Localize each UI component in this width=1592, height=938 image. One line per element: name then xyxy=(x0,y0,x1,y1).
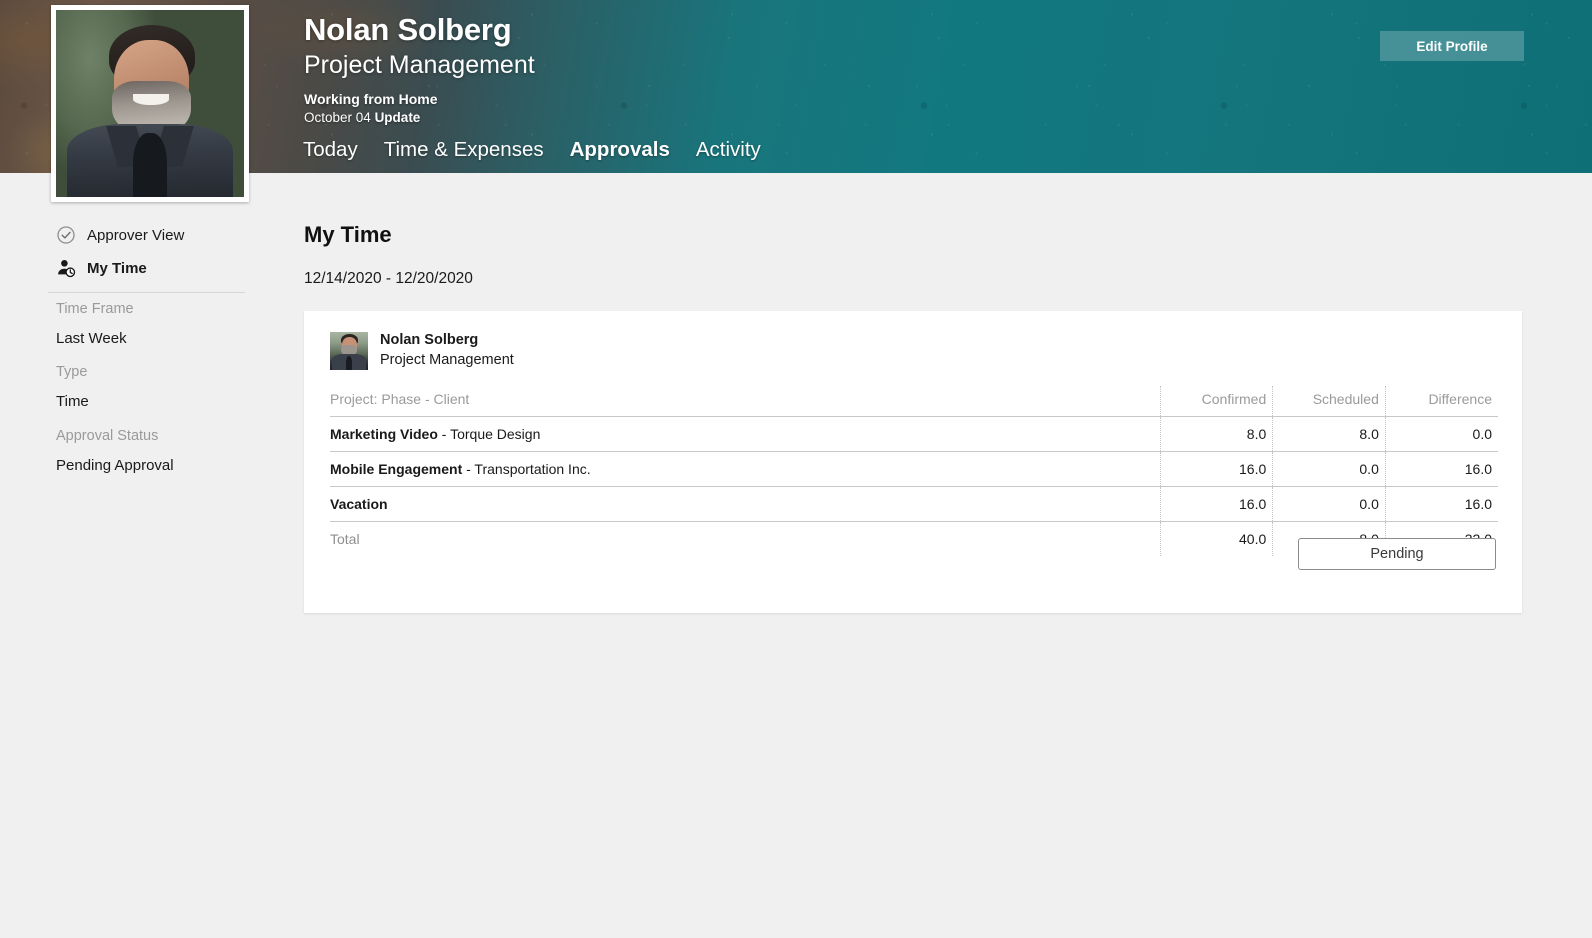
person-clock-icon xyxy=(56,258,76,278)
row-project-cell: Marketing Video - Torque Design xyxy=(330,416,1160,451)
tab-today[interactable]: Today xyxy=(303,138,358,163)
timesheet-table: Project: Phase - Client Confirmed Schedu… xyxy=(330,386,1498,556)
sidebar-item-approver-view[interactable]: Approver View xyxy=(56,225,184,245)
section-title: My Time xyxy=(304,222,392,247)
sidebar: Approver View My Time Time Frame Last We… xyxy=(0,173,280,938)
column-header-confirmed: Confirmed xyxy=(1159,386,1273,416)
avatar xyxy=(330,331,368,370)
filter-label-approval-status: Approval Status xyxy=(56,428,159,444)
profile-status: Working from Home xyxy=(304,91,438,107)
row-project-cell: Vacation xyxy=(330,486,1160,521)
edit-profile-button[interactable]: Edit Profile xyxy=(1380,31,1524,61)
table-header-row: Project: Phase - Client Confirmed Schedu… xyxy=(330,386,1498,416)
row-confirmed-cell: 16.0 xyxy=(1159,451,1273,486)
total-label: Total xyxy=(330,530,360,547)
card-person-name: Nolan Solberg xyxy=(380,332,479,348)
filter-value-approval-status[interactable]: Pending Approval xyxy=(56,457,174,474)
main-nav-tabs: Today Time & Expenses Approvals Activity xyxy=(303,138,761,163)
row-difference-cell: 16.0 xyxy=(1384,451,1498,486)
row-scheduled-cell: 8.0 xyxy=(1272,416,1386,451)
tab-activity[interactable]: Activity xyxy=(696,138,761,163)
row-client-name: - Transportation Inc. xyxy=(462,460,591,477)
row-project-name: Vacation xyxy=(330,495,388,512)
tab-time-expenses[interactable]: Time & Expenses xyxy=(384,138,544,163)
table-row[interactable]: Mobile Engagement - Transportation Inc. … xyxy=(330,451,1498,486)
card-person-role: Project Management xyxy=(380,351,514,368)
profile-update-date: October 04 xyxy=(304,110,371,125)
sidebar-item-label: My Time xyxy=(87,259,147,277)
profile-role: Project Management xyxy=(304,51,535,79)
filter-value-time-frame[interactable]: Last Week xyxy=(56,330,127,347)
row-difference-cell: 16.0 xyxy=(1384,486,1498,521)
column-header-project: Project: Phase - Client xyxy=(330,390,470,407)
row-project-name: Mobile Engagement xyxy=(330,460,463,477)
filter-value-type[interactable]: Time xyxy=(56,393,89,410)
total-confirmed: 40.0 xyxy=(1159,521,1273,556)
filter-label-type: Type xyxy=(56,364,88,380)
row-confirmed-cell: 8.0 xyxy=(1159,416,1273,451)
row-client-name: - Torque Design xyxy=(437,425,541,442)
filter-label-time-frame: Time Frame xyxy=(56,301,134,317)
timesheet-card: Nolan Solberg Project Management Project… xyxy=(304,311,1522,613)
avatar-photo xyxy=(56,10,244,197)
row-scheduled-cell: 0.0 xyxy=(1272,486,1386,521)
sidebar-item-my-time[interactable]: My Time xyxy=(56,258,147,278)
check-circle-icon xyxy=(56,225,76,245)
row-project-cell: Mobile Engagement - Transportation Inc. xyxy=(330,451,1160,486)
row-confirmed-cell: 16.0 xyxy=(1159,486,1273,521)
column-header-difference: Difference xyxy=(1384,386,1498,416)
profile-update-link[interactable]: Update xyxy=(375,110,421,125)
row-project-name: Marketing Video xyxy=(330,425,438,442)
profile-update-line: October 04 Update xyxy=(304,110,420,125)
table-row[interactable]: Marketing Video - Torque Design 8.0 8.0 … xyxy=(330,416,1498,451)
pending-status-button[interactable]: Pending xyxy=(1298,538,1496,570)
sidebar-divider xyxy=(48,292,245,293)
table-row[interactable]: Vacation 16.0 0.0 16.0 xyxy=(330,486,1498,521)
row-scheduled-cell: 0.0 xyxy=(1272,451,1386,486)
sidebar-item-label: Approver View xyxy=(87,226,185,244)
card-person: Nolan Solberg Project Management xyxy=(330,331,514,370)
row-difference-cell: 0.0 xyxy=(1384,416,1498,451)
avatar[interactable] xyxy=(51,5,249,202)
tab-approvals[interactable]: Approvals xyxy=(570,138,670,163)
page-title: Nolan Solberg xyxy=(304,12,512,47)
date-range: 12/14/2020 - 12/20/2020 xyxy=(304,270,473,287)
column-header-scheduled: Scheduled xyxy=(1272,386,1386,416)
